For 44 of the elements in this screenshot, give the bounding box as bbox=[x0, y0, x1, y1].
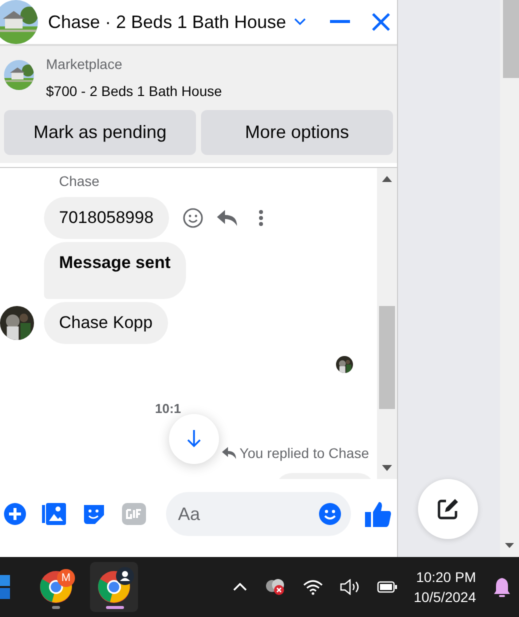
chevron-down-icon[interactable] bbox=[294, 18, 306, 26]
message-bubble[interactable]: Message sent bbox=[44, 242, 186, 299]
reply-icon[interactable] bbox=[216, 210, 237, 226]
compose-button[interactable] bbox=[418, 479, 478, 539]
reply-icon bbox=[222, 447, 236, 459]
photos-icon[interactable] bbox=[42, 503, 66, 525]
sender-name: Chase bbox=[59, 173, 100, 189]
message-bubble[interactable]: Chase Kopp bbox=[44, 302, 168, 344]
listing-title[interactable]: $700 - 2 Beds 1 Bath House bbox=[46, 81, 222, 102]
taskbar-app[interactable] bbox=[90, 562, 138, 612]
message-bubble[interactable]: 7018058998 bbox=[44, 197, 169, 238]
arrow-down-icon bbox=[187, 430, 201, 448]
marketplace-label: Marketplace bbox=[46, 55, 124, 74]
windows-icon[interactable] bbox=[0, 575, 10, 599]
clock[interactable]: 10:20 PM 10/5/2024 bbox=[414, 567, 476, 607]
cloud-error-icon[interactable] bbox=[264, 578, 286, 596]
thumbs-up-icon[interactable] bbox=[365, 501, 391, 527]
speaker-icon[interactable] bbox=[340, 579, 360, 595]
reply-note: You replied to Chase bbox=[240, 444, 369, 463]
chevron-up-icon[interactable] bbox=[232, 583, 247, 591]
scroll-up-arrow-icon[interactable] bbox=[382, 176, 392, 182]
edit-icon bbox=[437, 498, 459, 520]
notification-bell-icon[interactable] bbox=[493, 577, 511, 597]
more-options-icon[interactable] bbox=[258, 208, 263, 227]
listing-action-button[interactable]: More options bbox=[201, 110, 393, 155]
profile-icon bbox=[116, 567, 134, 585]
emoji-icon[interactable] bbox=[182, 208, 203, 228]
scroll-down-arrow-icon[interactable] bbox=[382, 465, 392, 471]
listing-action-button[interactable]: Mark as pending bbox=[4, 110, 196, 155]
sticker-icon[interactable] bbox=[82, 502, 106, 526]
chat-title[interactable]: Chase · 2 Beds 1 Bath House bbox=[48, 8, 286, 36]
plus-icon[interactable] bbox=[4, 503, 26, 525]
close-icon[interactable] bbox=[372, 13, 390, 31]
scroll-down-arrow-icon[interactable] bbox=[505, 543, 514, 548]
message-input[interactable]: Aa bbox=[166, 492, 351, 536]
scroll-to-bottom-button[interactable] bbox=[169, 414, 219, 464]
wifi-icon[interactable] bbox=[302, 579, 323, 595]
notification-badge: M bbox=[57, 569, 75, 587]
scrollbar-thumb[interactable] bbox=[379, 306, 395, 409]
scrollbar-thumb[interactable] bbox=[503, 0, 519, 78]
timestamp: 10:1 bbox=[155, 400, 182, 416]
emoji-icon[interactable] bbox=[319, 503, 341, 525]
battery-icon[interactable] bbox=[376, 581, 397, 593]
minimize-icon[interactable] bbox=[330, 20, 350, 24]
